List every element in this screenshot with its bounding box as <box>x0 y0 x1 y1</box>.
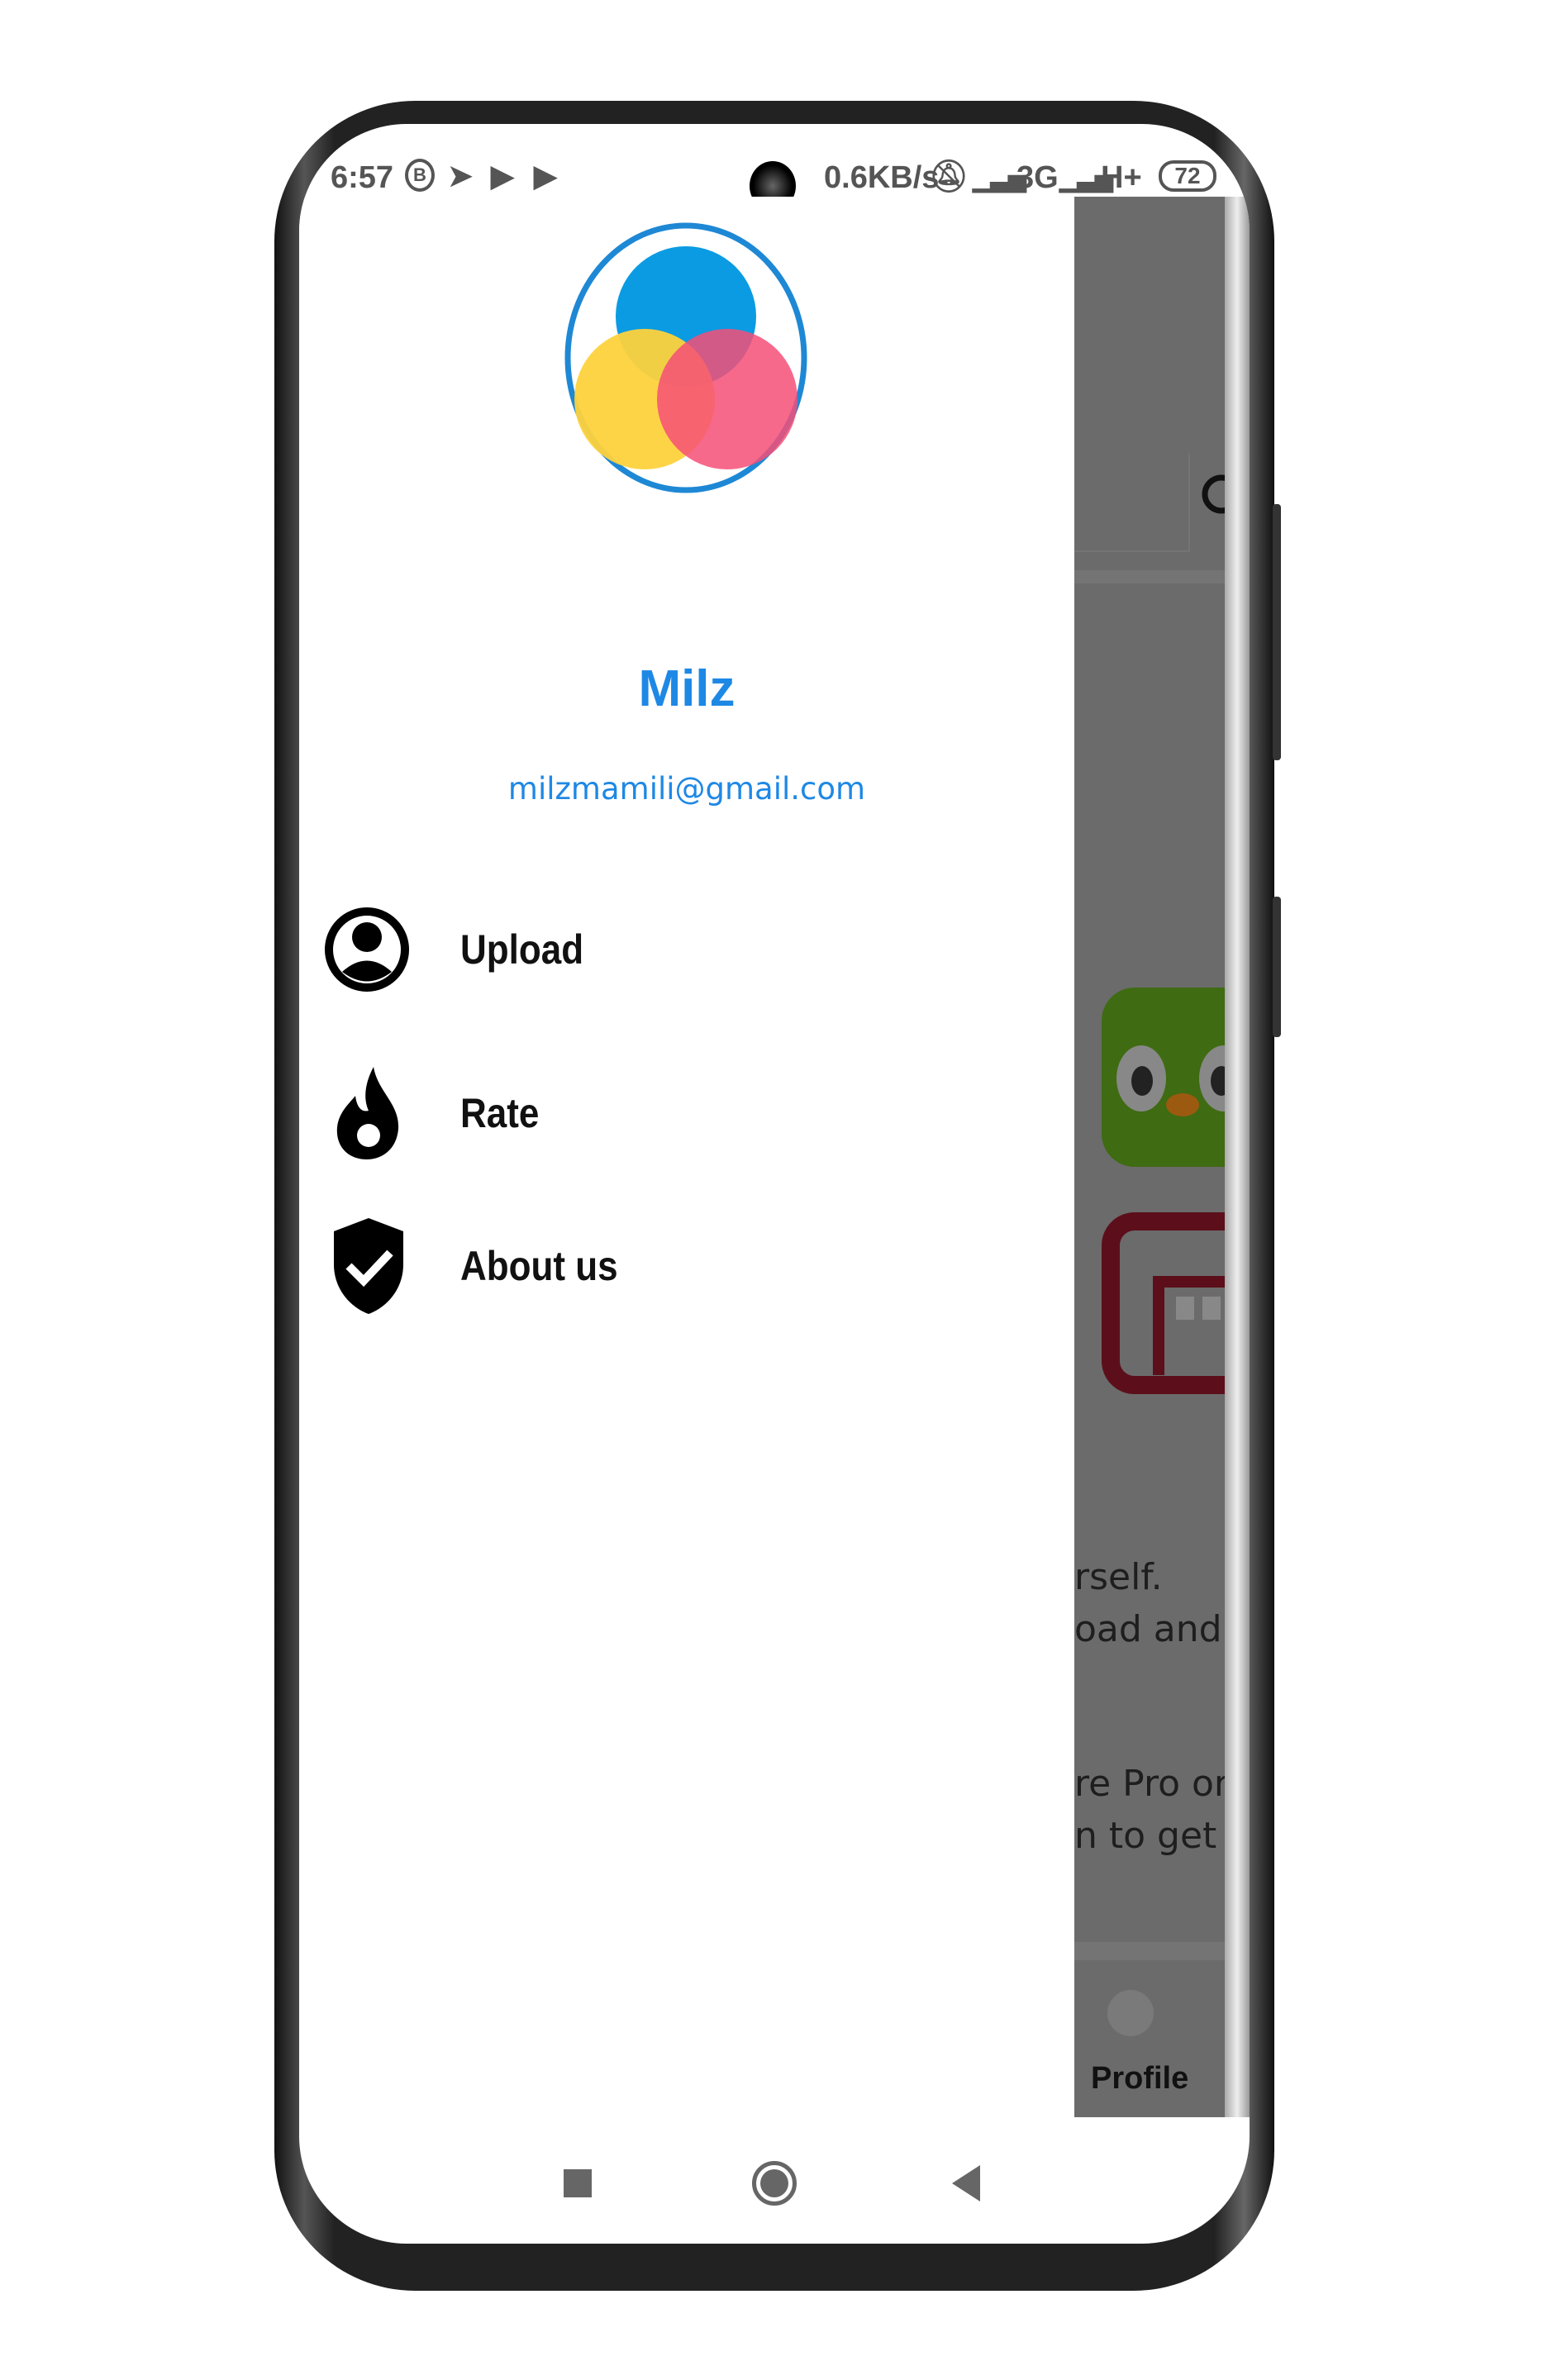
fire-icon <box>336 1067 399 1159</box>
account-circle-icon <box>325 907 409 992</box>
app-logo <box>564 222 807 493</box>
battery-icon: 72 <box>1159 160 1216 192</box>
play-icon: ▶ <box>491 159 514 193</box>
power-button <box>1273 897 1281 1037</box>
recents-icon[interactable] <box>564 2169 592 2197</box>
background-text: n to get <box>1074 1815 1217 1857</box>
menu-label: About us <box>460 1243 618 1289</box>
menu-label: Upload <box>460 926 584 973</box>
telegram-icon: ➤ <box>448 159 474 193</box>
search-field[interactable] <box>1074 453 1190 552</box>
bottom-nav-profile[interactable]: Profile <box>1091 2059 1188 2097</box>
back-icon[interactable] <box>952 2165 980 2202</box>
menu-label: Rate <box>460 1090 540 1136</box>
network-speed: 0.6KB/s <box>824 160 940 195</box>
network-type-2: H+ <box>1101 160 1142 195</box>
user-name: Milz <box>638 660 736 717</box>
nav-drawer: Milz milzmamili@gmail.com Upload Rate Ab… <box>299 197 1074 2117</box>
volume-button <box>1273 504 1281 760</box>
home-icon[interactable] <box>752 2161 797 2206</box>
background-text: oad and <box>1074 1608 1222 1650</box>
background-text: rself. <box>1074 1556 1163 1598</box>
profile-icon[interactable] <box>1107 1990 1154 2036</box>
b-icon: B <box>405 159 435 192</box>
divider <box>1074 570 1250 583</box>
scrim-overlay[interactable]: rself. oad and re Pro or n to get Profil… <box>1074 197 1250 2117</box>
menu-item-rate[interactable]: Rate <box>299 1046 1074 1178</box>
screen-edge <box>1225 197 1250 2117</box>
background-text: re Pro or <box>1074 1763 1229 1805</box>
menu-item-about-us[interactable]: About us <box>299 1205 1074 1337</box>
shield-check-icon <box>334 1218 403 1314</box>
status-time: 6:57 <box>331 160 394 195</box>
user-email[interactable]: milzmamili@gmail.com <box>299 771 1074 807</box>
screen: rself. oad and re Pro or n to get Profil… <box>299 124 1250 2244</box>
bell-off-icon: 🔕︎ <box>929 159 969 194</box>
menu-item-upload[interactable]: Upload <box>299 883 1074 1015</box>
divider <box>1074 1942 1250 1960</box>
play-icon: ▶ <box>534 159 557 193</box>
network-type-1: 3G <box>1016 160 1059 195</box>
